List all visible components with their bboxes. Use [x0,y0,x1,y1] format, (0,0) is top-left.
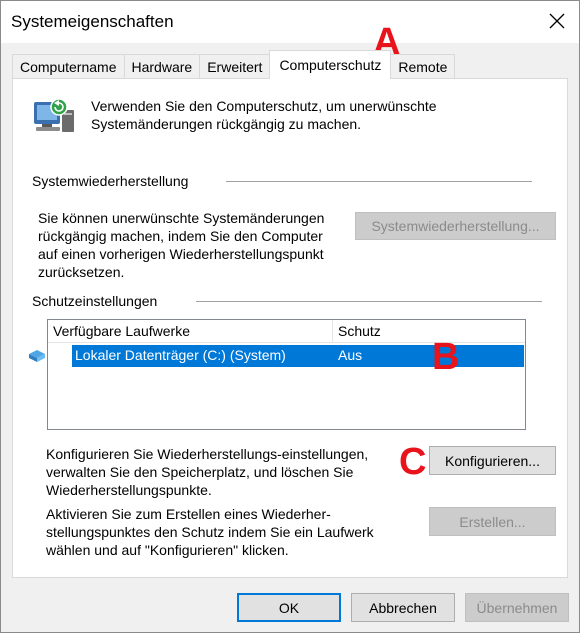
restore-group-title: Systemwiederherstellung [32,173,195,189]
column-header-drives[interactable]: Verfügbare Laufwerke [53,323,190,339]
system-protection-icon [34,98,74,132]
computer-protection-panel: Verwenden Sie den Computerschutz, um une… [12,78,568,578]
cancel-button[interactable]: Abbrechen [351,593,455,622]
tab-erweitert[interactable]: Erweitert [199,54,271,79]
create-description: Aktivieren Sie zum Erstellen eines Wiede… [46,506,374,558]
tab-computername[interactable]: Computername [12,54,125,79]
configure-description: Konfigurieren Sie Wiederherstellungs-ein… [46,446,369,498]
ok-button-label: OK [278,599,300,616]
column-header-protection[interactable]: Schutz [338,323,381,339]
create-button[interactable]: Erstellen... [429,507,556,536]
tab-hardware[interactable]: Hardware [123,54,201,79]
create-button-label: Erstellen... [459,513,526,530]
system-restore-button-label: Systemwiederherstellung... [371,218,540,234]
apply-button-label: Übernehmen [476,599,558,616]
system-properties-dialog: Systemeigenschaften Computername Hardwar… [0,0,580,633]
protection-group-divider [196,301,542,302]
protection-group-title: Schutzeinstellungen [32,293,164,309]
tab-strip: Computername Hardware Erweitert Computer… [12,50,456,79]
close-button[interactable] [537,3,577,39]
title-bar: Systemeigenschaften [1,1,579,43]
restore-group-divider [226,181,532,182]
ok-button[interactable]: OK [237,593,341,622]
configure-button[interactable]: Konfigurieren... [429,446,556,475]
apply-button[interactable]: Übernehmen [465,593,569,622]
annotation-marker-b: B [432,336,460,378]
close-icon [549,13,565,29]
configure-button-label: Konfigurieren... [445,452,540,469]
intro-description: Verwenden Sie den Computerschutz, um une… [91,98,437,132]
annotation-marker-c: C [399,441,427,483]
drive-name: Lokaler Datenträger (C:) (System) [75,347,286,363]
column-separator [332,320,333,343]
window-title: Systemeigenschaften [11,12,174,31]
restore-description: Sie können unerwünschte Systemänderungen… [38,210,325,280]
tab-computerschutz[interactable]: Computerschutz [269,50,392,79]
drive-protection-status: Aus [338,347,363,363]
system-restore-button[interactable]: Systemwiederherstellung... [355,212,556,240]
cancel-button-label: Abbrechen [369,599,437,616]
drive-icon [29,350,45,362]
